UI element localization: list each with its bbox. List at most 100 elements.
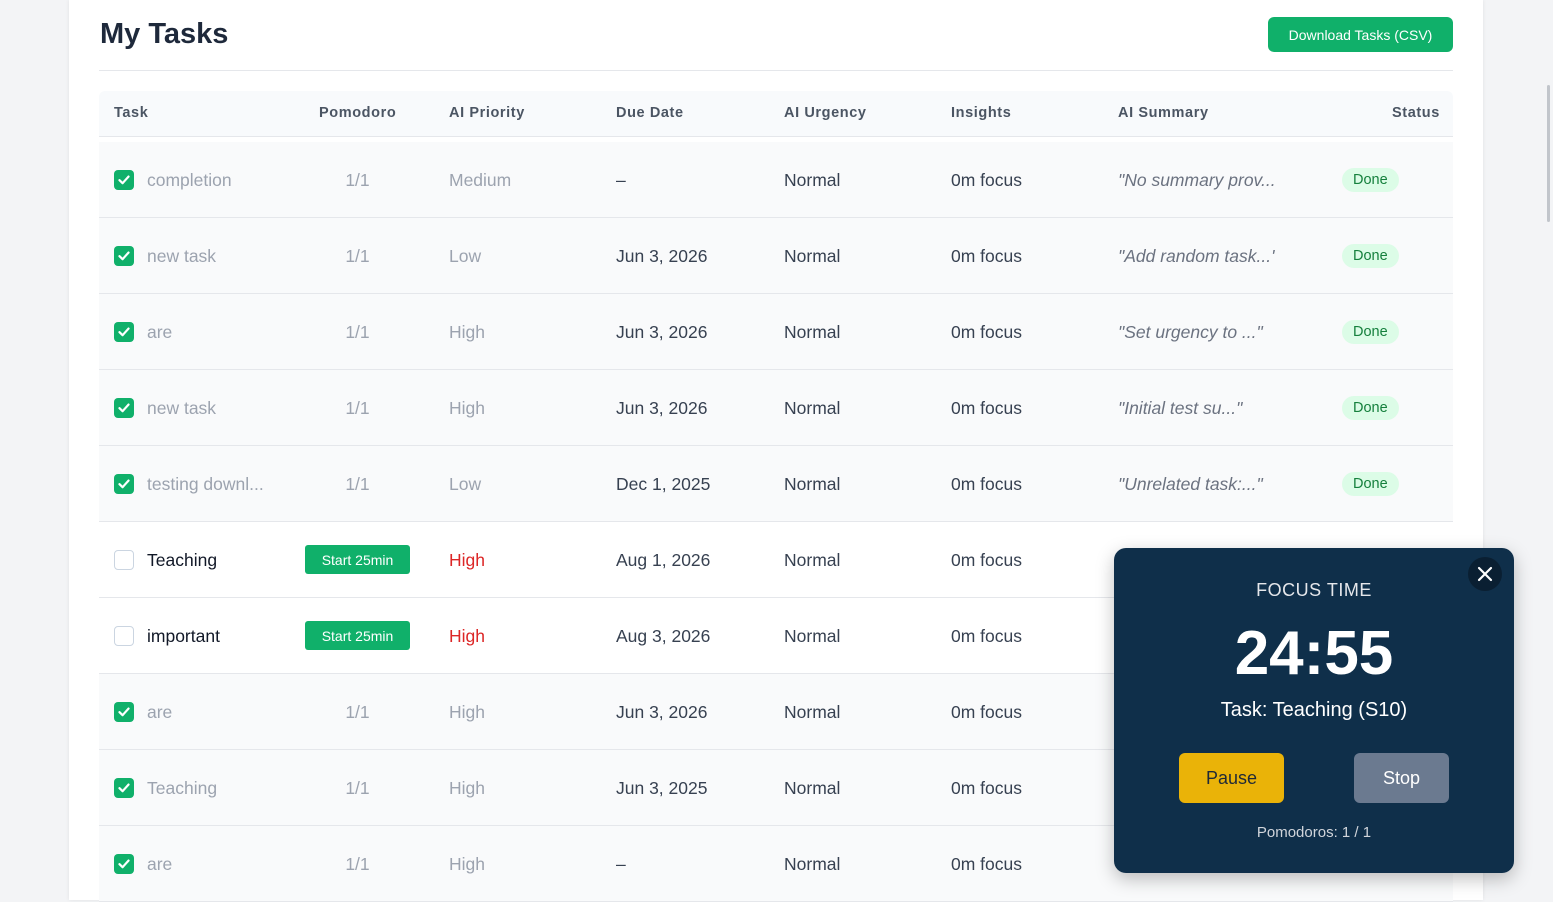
ai-summary: "Set urgency to ..." [1118, 322, 1263, 342]
ai-priority: High [449, 702, 485, 722]
due-date: Dec 1, 2025 [616, 474, 711, 494]
column-header-pomodoro[interactable]: Pomodoro [319, 91, 396, 136]
focus-task-name: Task: Teaching (S10) [1220, 699, 1408, 721]
status-badge: Done [1342, 396, 1399, 420]
task-name: Teaching [147, 550, 218, 570]
stop-button[interactable]: Stop [1354, 753, 1449, 803]
ai-priority: High [449, 778, 485, 798]
focus-insights: 0m focus [951, 778, 1022, 798]
task-checkbox[interactable] [114, 398, 134, 418]
ai-priority: High [449, 854, 485, 874]
ai-summary: "Unrelated task:..." [1118, 474, 1263, 494]
table-header: Task Pomodoro AI Priority Due Date AI Ur… [99, 91, 1453, 137]
due-date: Jun 3, 2026 [616, 702, 708, 722]
start-pomodoro-button[interactable]: Start 25min [305, 545, 410, 574]
ai-urgency: Normal [784, 474, 841, 494]
task-checkbox[interactable] [114, 474, 134, 494]
focus-insights: 0m focus [951, 322, 1022, 342]
task-name: completion [147, 170, 232, 190]
due-date: – [616, 854, 626, 874]
pomodoro-progress: 1/1 [345, 322, 370, 342]
due-date: Aug 3, 2026 [616, 626, 711, 646]
ai-summary: "Initial test su..." [1118, 398, 1243, 418]
task-name: new task [147, 398, 217, 418]
ai-priority: High [449, 550, 485, 570]
focus-insights: 0m focus [951, 626, 1022, 646]
checkmark-icon [118, 479, 130, 489]
status-badge: Done [1342, 168, 1399, 192]
task-checkbox[interactable] [114, 778, 134, 798]
ai-priority: High [449, 398, 485, 418]
checkmark-icon [118, 327, 130, 337]
ai-urgency: Normal [784, 778, 841, 798]
focus-countdown: 24:55 [1234, 619, 1394, 688]
due-date: – [616, 170, 626, 190]
focus-insights: 0m focus [951, 246, 1022, 266]
task-name: are [147, 322, 173, 342]
pomodoro-progress: 1/1 [345, 778, 370, 798]
column-header-due-date[interactable]: Due Date [616, 91, 684, 136]
task-checkbox[interactable] [114, 246, 134, 266]
pomodoro-progress: 1/1 [345, 246, 370, 266]
ai-urgency: Normal [784, 626, 841, 646]
task-name: new task [147, 246, 217, 266]
task-name: are [147, 854, 173, 874]
task-checkbox[interactable] [114, 322, 134, 342]
column-header-insights[interactable]: Insights [951, 91, 1011, 136]
title-divider [99, 70, 1453, 71]
checkmark-icon [118, 403, 130, 413]
checkmark-icon [118, 707, 130, 717]
focus-insights: 0m focus [951, 170, 1022, 190]
checkmark-icon [118, 175, 130, 185]
pomodoro-progress: 1/1 [345, 854, 370, 874]
table-row: completion 1/1 Medium – Normal 0m focus "No su… [99, 142, 1453, 218]
task-checkbox[interactable] [114, 550, 134, 570]
task-checkbox[interactable] [114, 702, 134, 722]
column-header-status[interactable]: Status [1392, 91, 1440, 136]
focus-insights: 0m focus [951, 398, 1022, 418]
ai-urgency: Normal [784, 170, 841, 190]
ai-priority: High [449, 626, 485, 646]
task-name: testing downl... [147, 474, 264, 494]
task-checkbox[interactable] [114, 626, 134, 646]
pomodoro-progress: 1/1 [345, 398, 370, 418]
table-row: new task 1/1 High Jun 3, 2026 Normal 0m focus… [99, 370, 1453, 446]
task-checkbox[interactable] [114, 854, 134, 874]
task-name: are [147, 702, 173, 722]
due-date: Jun 3, 2026 [616, 398, 708, 418]
column-header-task[interactable]: Task [114, 91, 148, 136]
focus-insights: 0m focus [951, 474, 1022, 494]
ai-urgency: Normal [784, 398, 841, 418]
ai-urgency: Normal [784, 246, 841, 266]
due-date: Jun 3, 2025 [616, 778, 708, 798]
status-badge: Done [1342, 320, 1399, 344]
column-header-ai-priority[interactable]: AI Priority [449, 91, 525, 136]
page-title: My Tasks [100, 18, 229, 50]
ai-summary: "Add random task...' [1118, 246, 1275, 266]
task-checkbox[interactable] [114, 170, 134, 190]
table-row: new task 1/1 Low Jun 3, 2026 Normal 0m focus "… [99, 218, 1453, 294]
pause-button[interactable]: Pause [1179, 753, 1284, 803]
task-name: Teaching [147, 778, 218, 798]
download-csv-button[interactable]: Download Tasks (CSV) [1268, 17, 1453, 52]
ai-priority: Medium [449, 170, 512, 190]
start-pomodoro-button[interactable]: Start 25min [305, 621, 410, 650]
focus-insights: 0m focus [951, 550, 1022, 570]
focus-time-label: FOCUS TIME [1256, 580, 1372, 600]
due-date: Jun 3, 2026 [616, 322, 708, 342]
pomodoro-progress: 1/1 [345, 170, 370, 190]
page-scrollbar[interactable] [1547, 85, 1550, 222]
ai-urgency: Normal [784, 550, 841, 570]
focus-insights: 0m focus [951, 702, 1022, 722]
pomodoro-progress: 1/1 [345, 702, 370, 722]
focus-insights: 0m focus [951, 854, 1022, 874]
checkmark-icon [118, 859, 130, 869]
due-date: Aug 1, 2026 [616, 550, 711, 570]
table-row: are 1/1 High Jun 3, 2026 Normal 0m focus "Set … [99, 294, 1453, 370]
pomodoro-progress: 1/1 [345, 474, 370, 494]
column-header-ai-summary[interactable]: AI Summary [1118, 91, 1209, 136]
column-header-ai-urgency[interactable]: AI Urgency [784, 91, 867, 136]
ai-priority: Low [449, 474, 482, 494]
checkmark-icon [118, 251, 130, 261]
ai-summary: "No summary prov... [1118, 170, 1276, 190]
